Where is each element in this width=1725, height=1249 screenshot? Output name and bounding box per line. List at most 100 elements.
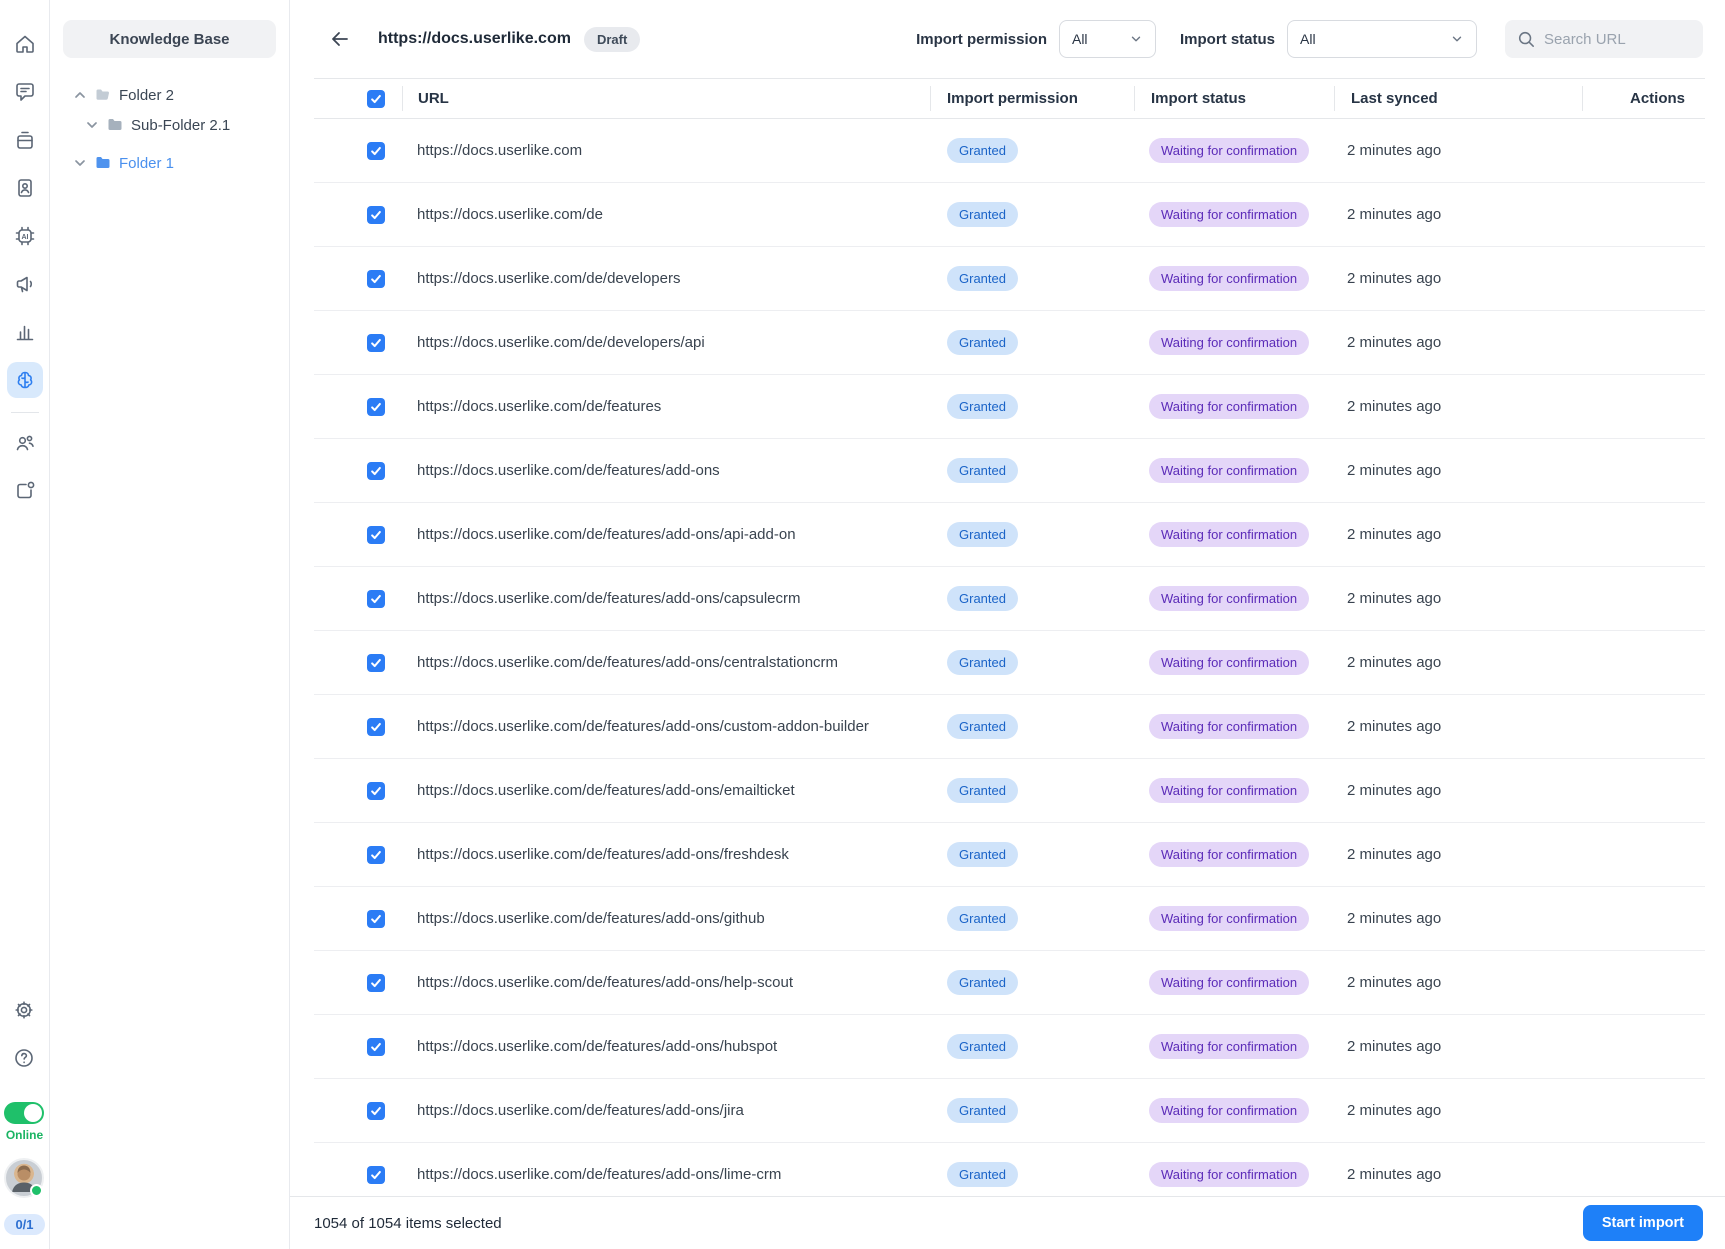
table-row: https://docs.userlike.com Granted Waitin… xyxy=(314,119,1705,183)
last-synced: 2 minutes ago xyxy=(1347,206,1442,223)
permission-badge: Granted xyxy=(947,330,1018,355)
row-checkbox[interactable] xyxy=(367,717,385,736)
row-checkbox[interactable] xyxy=(367,1037,385,1056)
last-synced: 2 minutes ago xyxy=(1347,846,1442,863)
row-url: https://docs.userlike.com/de/features/ad… xyxy=(417,1166,782,1183)
status-badge: Waiting for confirmation xyxy=(1149,266,1310,291)
table-row: https://docs.userlike.com/de/features/ad… xyxy=(314,1079,1705,1143)
table-row: https://docs.userlike.com/de/features/ad… xyxy=(314,439,1705,503)
table-row: https://docs.userlike.com/de/developers … xyxy=(314,247,1705,311)
help-icon[interactable] xyxy=(6,1040,42,1076)
team-icon[interactable] xyxy=(7,425,43,461)
table-row: https://docs.userlike.com/de/features/ad… xyxy=(314,887,1705,951)
table-row: https://docs.userlike.com/de/features/ad… xyxy=(314,759,1705,823)
tree-item-label: Sub-Folder 2.1 xyxy=(131,116,231,134)
selection-summary: 1054 of 1054 items selected xyxy=(314,1214,502,1232)
home-icon[interactable] xyxy=(7,26,43,62)
table-row: https://docs.userlike.com/de/features Gr… xyxy=(314,375,1705,439)
search-input[interactable] xyxy=(1544,30,1691,48)
row-url: https://docs.userlike.com/de/features/ad… xyxy=(417,590,801,607)
row-url: https://docs.userlike.com/de/features/ad… xyxy=(417,1038,778,1055)
column-header-last-synced[interactable]: Last synced xyxy=(1334,86,1582,111)
column-header-url[interactable]: URL xyxy=(402,86,930,111)
analytics-icon[interactable] xyxy=(7,314,43,350)
permission-badge: Granted xyxy=(947,586,1018,611)
table-row: https://docs.userlike.com/de Granted Wai… xyxy=(314,183,1705,247)
contacts-icon[interactable] xyxy=(7,170,43,206)
online-label: Online xyxy=(5,1128,44,1142)
row-url: https://docs.userlike.com/de xyxy=(417,206,603,223)
row-checkbox[interactable] xyxy=(367,781,385,800)
row-checkbox[interactable] xyxy=(367,141,385,160)
chevron-up-icon[interactable] xyxy=(72,87,88,103)
status-badge: Waiting for confirmation xyxy=(1149,970,1310,995)
permission-badge: Granted xyxy=(947,970,1018,995)
import-status-select[interactable]: All xyxy=(1287,20,1477,58)
search-icon xyxy=(1518,31,1534,47)
tree-item-folder-1[interactable]: Folder 1 xyxy=(63,148,276,178)
permission-badge: Granted xyxy=(947,138,1018,163)
row-checkbox[interactable] xyxy=(367,1101,385,1120)
row-checkbox[interactable] xyxy=(367,973,385,992)
start-import-button[interactable]: Start import xyxy=(1582,1205,1703,1241)
back-button[interactable] xyxy=(328,26,354,52)
tree-item-sub-folder-2-1[interactable]: Sub-Folder 2.1 xyxy=(75,110,276,140)
settings-gear-icon[interactable] xyxy=(6,992,42,1028)
row-checkbox[interactable] xyxy=(367,653,385,672)
online-toggle[interactable] xyxy=(4,1102,45,1124)
knowledge-base-icon[interactable] xyxy=(6,362,43,398)
tree-item-folder-2[interactable]: Folder 2 xyxy=(63,80,276,110)
row-checkbox[interactable] xyxy=(367,269,385,288)
row-checkbox[interactable] xyxy=(367,589,385,608)
inbox-icon[interactable] xyxy=(7,122,43,158)
select-all-checkbox[interactable] xyxy=(367,89,385,108)
user-avatar[interactable] xyxy=(4,1158,45,1198)
folder-tree: Folder 2 Sub-Folder 2.1 Folder 1 xyxy=(63,80,276,178)
sidebar-title[interactable]: Knowledge Base xyxy=(63,20,276,58)
import-permission-filter-label: Import permission xyxy=(916,30,1047,48)
tree-item-label: Folder 1 xyxy=(119,154,175,172)
row-checkbox[interactable] xyxy=(367,845,385,864)
status-badge: Waiting for confirmation xyxy=(1149,202,1310,227)
row-url: https://docs.userlike.com/de/developers xyxy=(417,270,681,287)
last-synced: 2 minutes ago xyxy=(1347,974,1442,991)
column-header-import-permission[interactable]: Import permission xyxy=(930,86,1134,111)
row-checkbox[interactable] xyxy=(367,397,385,416)
row-checkbox[interactable] xyxy=(367,909,385,928)
permission-badge: Granted xyxy=(947,1162,1018,1187)
table-row: https://docs.userlike.com/de/features/ad… xyxy=(314,1015,1705,1079)
row-checkbox[interactable] xyxy=(367,461,385,480)
ai-automation-icon[interactable]: AI xyxy=(7,218,43,254)
table-body: https://docs.userlike.com Granted Waitin… xyxy=(314,119,1705,1196)
status-badge: Waiting for confirmation xyxy=(1149,522,1310,547)
last-synced: 2 minutes ago xyxy=(1347,910,1442,927)
campaigns-icon[interactable] xyxy=(7,266,43,302)
conversations-icon[interactable] xyxy=(7,74,43,110)
row-url: https://docs.userlike.com/de/features xyxy=(417,398,662,415)
row-checkbox[interactable] xyxy=(367,525,385,544)
status-dot xyxy=(30,1184,44,1197)
toggle-knob xyxy=(24,1104,43,1122)
search-box xyxy=(1505,20,1703,58)
row-url: https://docs.userlike.com/de/features/ad… xyxy=(417,846,789,863)
status-badge: Waiting for confirmation xyxy=(1149,394,1310,419)
chevron-down-icon[interactable] xyxy=(72,155,88,171)
row-checkbox[interactable] xyxy=(367,1165,385,1184)
row-checkbox[interactable] xyxy=(367,333,385,352)
row-checkbox[interactable] xyxy=(367,205,385,224)
column-header-import-status[interactable]: Import status xyxy=(1134,86,1334,111)
row-url: https://docs.userlike.com xyxy=(417,142,583,159)
last-synced: 2 minutes ago xyxy=(1347,334,1442,351)
row-url: https://docs.userlike.com/de/features/ad… xyxy=(417,782,795,799)
integrations-icon[interactable] xyxy=(7,473,43,509)
status-badge: Waiting for confirmation xyxy=(1149,650,1310,675)
permission-badge: Granted xyxy=(947,1034,1018,1059)
sidebar: Knowledge Base Folder 2 Sub-Folder 2.1 F… xyxy=(50,0,290,1249)
chevron-down-icon[interactable] xyxy=(84,117,100,133)
last-synced: 2 minutes ago xyxy=(1347,462,1442,479)
import-permission-select[interactable]: All xyxy=(1058,20,1156,58)
permission-badge: Granted xyxy=(947,906,1018,931)
permission-badge: Granted xyxy=(947,394,1018,419)
permission-badge: Granted xyxy=(947,522,1018,547)
rail-divider xyxy=(10,412,39,413)
